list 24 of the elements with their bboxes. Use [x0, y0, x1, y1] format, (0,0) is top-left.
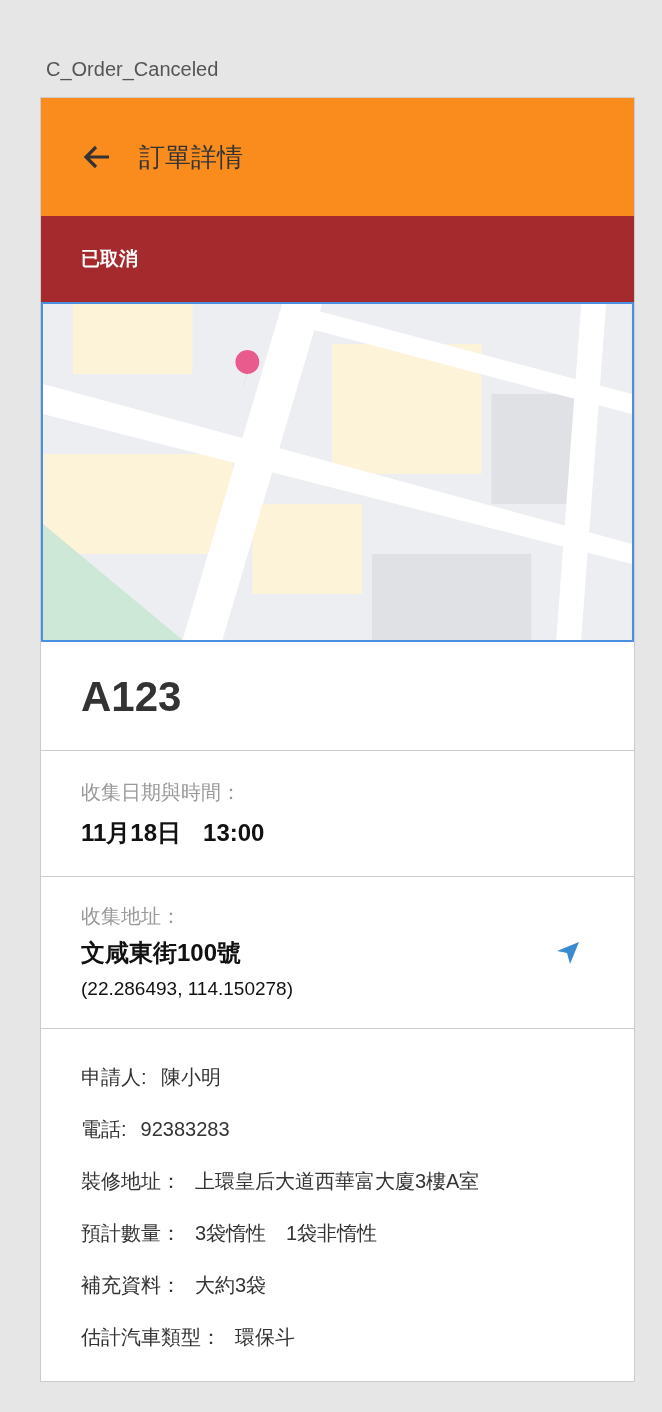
detail-value: 3袋惰性 1袋非惰性: [195, 1221, 378, 1246]
coordinates: (22.286493, 114.150278): [81, 977, 293, 1002]
detail-value: 大約3袋: [195, 1273, 267, 1298]
order-code: A123: [81, 671, 182, 722]
detail-value: 上環皇后大道西華富大廈3樓A室: [195, 1169, 480, 1194]
detail-label: 估計汽車類型：: [81, 1325, 221, 1350]
detail-value: 92383283: [140, 1117, 230, 1142]
field-label: 收集日期與時間：: [81, 779, 242, 805]
detail-value: 環保斗: [235, 1325, 295, 1350]
detail-value: 陳小明: [160, 1065, 221, 1090]
detail-label: 裝修地址：: [81, 1169, 181, 1194]
page-title: 訂單詳情: [139, 140, 243, 174]
detail-label: 補充資料：: [81, 1273, 181, 1298]
artboard-label: C_Order_Canceled: [46, 57, 219, 83]
back-icon[interactable]: [83, 144, 111, 170]
detail-label: 申請人:: [81, 1065, 147, 1090]
detail-label: 電話:: [81, 1117, 127, 1142]
detail-label: 預計數量：: [81, 1221, 181, 1246]
field-label: 收集地址：: [81, 904, 182, 930]
collection-time: 13:00: [203, 817, 265, 848]
status-text: 已取消: [81, 246, 138, 271]
collection-address: 文咸東街100號: [81, 938, 243, 969]
navigation-icon[interactable]: [556, 940, 580, 965]
collection-date: 11月18日: [81, 817, 182, 848]
